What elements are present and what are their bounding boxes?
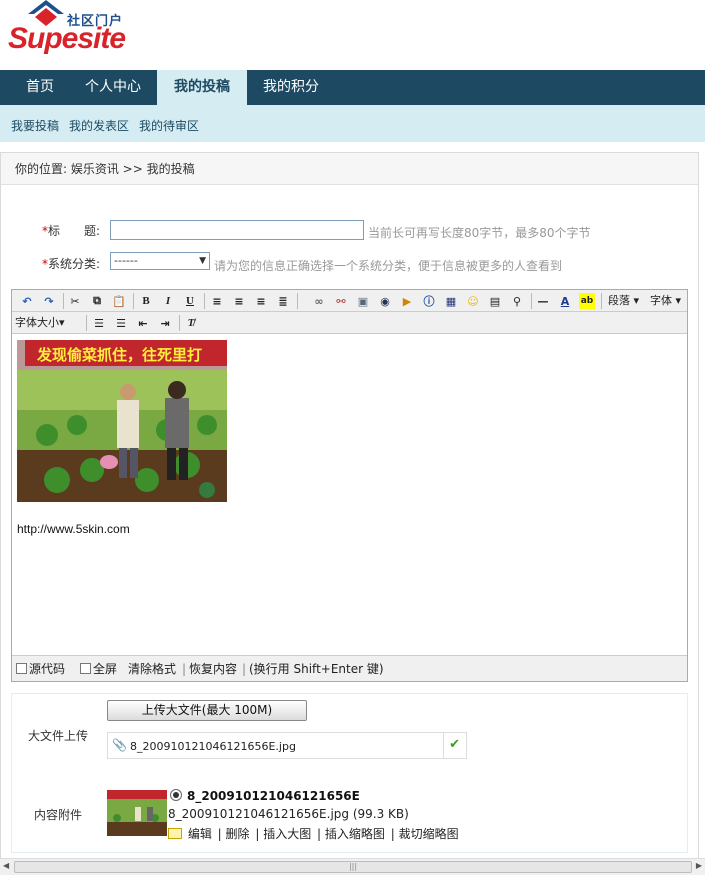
editor-content[interactable]: 发现偷菜抓住，往死里打 http://www.5skin.com <box>12 335 687 655</box>
image-icon[interactable]: ▣ <box>355 293 371 309</box>
flash-icon[interactable]: ◉ <box>377 293 393 309</box>
tab-home[interactable]: 首页 <box>10 70 70 105</box>
source-code-toggle[interactable]: 源代码 <box>16 656 65 682</box>
justify-icon[interactable]: ≣ <box>275 293 291 309</box>
uploaded-file-name: 8_200910121046121656E.jpg <box>130 740 296 753</box>
subnav-published[interactable]: 我的发表区 <box>69 117 129 134</box>
subnav-submit[interactable]: 我要投稿 <box>11 117 59 134</box>
attachment-title: 8_200910121046121656E <box>187 789 360 803</box>
logo-en-text: Supesite <box>8 22 126 55</box>
content-attachment-label: 内容附件 <box>34 808 83 822</box>
bold-icon[interactable]: B <box>138 293 154 309</box>
fullscreen-checkbox[interactable] <box>80 663 91 674</box>
tab-personal-center[interactable]: 个人中心 <box>78 70 148 105</box>
rich-text-editor: ↶ ↷ ✂ ⧉ 📋 B I U ≡ ≡ ≡ ≣ ∞ ⚯ ▣ ◉ ▶ ⓘ ▦ ☺ … <box>11 289 688 682</box>
photo-banner-text: 发现偷菜抓住，往死里打 <box>36 346 202 364</box>
attachment-delete-link[interactable]: 删除 <box>226 827 250 841</box>
subnav-pending[interactable]: 我的待审区 <box>139 117 199 134</box>
scroll-right-icon[interactable]: ▶ <box>696 861 702 870</box>
attachment-insert-thumb-link[interactable]: 插入缩略图 <box>325 827 385 841</box>
chevron-down-icon: ▼ <box>199 256 206 266</box>
garden-photo: 发现偷菜抓住，往死里打 <box>17 340 227 502</box>
attachment-file-info: 8_200910121046121656E.jpg (99.3 KB) <box>168 807 409 821</box>
copy-icon[interactable]: ⧉ <box>89 293 105 309</box>
search-icon[interactable]: ⚲ <box>509 293 525 309</box>
info-icon[interactable]: ⓘ <box>421 293 437 309</box>
ordered-list-icon[interactable]: ☰ <box>91 315 107 331</box>
smiley-icon[interactable]: ☺ <box>465 293 481 309</box>
attachment-insert-large-link[interactable]: 插入大图 <box>263 827 311 841</box>
font-dropdown[interactable]: 字体 ▾ <box>650 293 681 309</box>
indent-icon[interactable]: ⇥ <box>157 315 173 331</box>
outdent-icon[interactable]: ⇤ <box>135 315 151 331</box>
italic-icon[interactable]: I <box>160 293 176 309</box>
remove-format-icon[interactable]: T̸ <box>183 315 199 331</box>
sub-nav: 我要投稿 我的发表区 我的待审区 <box>0 105 705 142</box>
align-right-icon[interactable]: ≡ <box>253 293 269 309</box>
redo-icon[interactable]: ↷ <box>41 293 57 309</box>
thumbnail-photo <box>107 790 167 836</box>
source-code-checkbox[interactable] <box>16 663 27 674</box>
paragraph-dropdown[interactable]: 段落 ▾ <box>608 293 639 309</box>
page-break-icon[interactable]: ▤ <box>487 293 503 309</box>
main-nav: 首页 个人中心 我的投稿 我的积分 <box>0 70 705 105</box>
content-image[interactable]: 发现偷菜抓住，往死里打 <box>17 340 227 502</box>
horizontal-rule-icon[interactable]: — <box>535 293 551 309</box>
attachment-edit-link[interactable]: 编辑 <box>188 827 212 841</box>
restore-content-link[interactable]: 恢复内容 <box>189 656 237 682</box>
attachment-radio[interactable] <box>170 789 182 801</box>
link-icon[interactable]: ∞ <box>311 293 327 309</box>
editor-toolbar-row1: ↶ ↷ ✂ ⧉ 📋 B I U ≡ ≡ ≡ ≣ ∞ ⚯ ▣ ◉ ▶ ⓘ ▦ ☺ … <box>12 290 687 312</box>
tab-my-submissions[interactable]: 我的投稿 <box>157 70 247 105</box>
font-color-icon[interactable]: A <box>557 293 573 309</box>
editor-footer: 源代码 全屏 清除格式 | 恢复内容 | (换行用 Shift+Enter 键) <box>12 655 687 681</box>
category-hint: 请为您的信息正确选择一个系统分类，便于信息被更多的人查看到 <box>214 259 563 273</box>
check-icon: ✔ <box>449 737 460 752</box>
attachment-thumbnail[interactable] <box>107 790 167 836</box>
highlight-icon[interactable]: ab <box>579 293 595 309</box>
underline-icon[interactable]: U <box>182 293 198 309</box>
scrollbar-thumb[interactable]: ||| <box>14 861 692 873</box>
media-icon[interactable]: ▶ <box>399 293 415 309</box>
scroll-left-icon[interactable]: ◀ <box>3 861 9 870</box>
title-label: *标 题: <box>42 224 101 238</box>
align-center-icon[interactable]: ≡ <box>231 293 247 309</box>
unordered-list-icon[interactable]: ☰ <box>113 315 129 331</box>
horizontal-scrollbar[interactable]: ◀ ||| ▶ <box>0 858 705 875</box>
table-icon[interactable]: ▦ <box>443 293 459 309</box>
paperclip-icon: 📎 <box>112 738 127 752</box>
title-hint: 当前长可再写长度80字节，最多80个字节 <box>368 226 591 240</box>
upload-large-file-button[interactable]: 上传大文件(最大 100M) <box>107 700 307 721</box>
content-url-text: http://www.5skin.com <box>17 522 130 536</box>
align-left-icon[interactable]: ≡ <box>209 293 225 309</box>
attachment-crop-thumb-link[interactable]: 裁切缩略图 <box>399 827 459 841</box>
upload-label: 大文件上传 <box>28 729 89 743</box>
title-input[interactable] <box>110 220 364 240</box>
cut-icon[interactable]: ✂ <box>67 293 83 309</box>
editor-hint: (换行用 Shift+Enter 键) <box>249 662 384 676</box>
fullscreen-toggle[interactable]: 全屏 <box>80 656 117 682</box>
paste-icon[interactable]: 📋 <box>111 293 127 309</box>
tab-my-points[interactable]: 我的积分 <box>255 70 327 105</box>
font-size-dropdown[interactable]: 字体大小▾ <box>15 315 65 331</box>
attachment-actions: 编辑 | 删除 | 插入大图 | 插入缩略图 | 裁切缩略图 <box>168 825 461 842</box>
unlink-icon[interactable]: ⚯ <box>333 293 349 309</box>
clear-format-link[interactable]: 清除格式 <box>128 656 176 682</box>
site-logo[interactable]: 社区门户 Supesite <box>6 0 136 62</box>
uploaded-file-row: 📎 8_200910121046121656E.jpg ✔ <box>107 732 467 759</box>
edit-icon <box>168 828 182 839</box>
undo-icon[interactable]: ↶ <box>19 293 35 309</box>
editor-toolbar-row2: 字体大小▾ ☰ ☰ ⇤ ⇥ T̸ <box>12 312 687 334</box>
category-select[interactable]: ------ ▼ <box>110 252 210 270</box>
category-label: *系统分类: <box>42 257 101 271</box>
breadcrumb: 你的位置: 娱乐资讯 >> 我的投稿 <box>1 153 698 185</box>
